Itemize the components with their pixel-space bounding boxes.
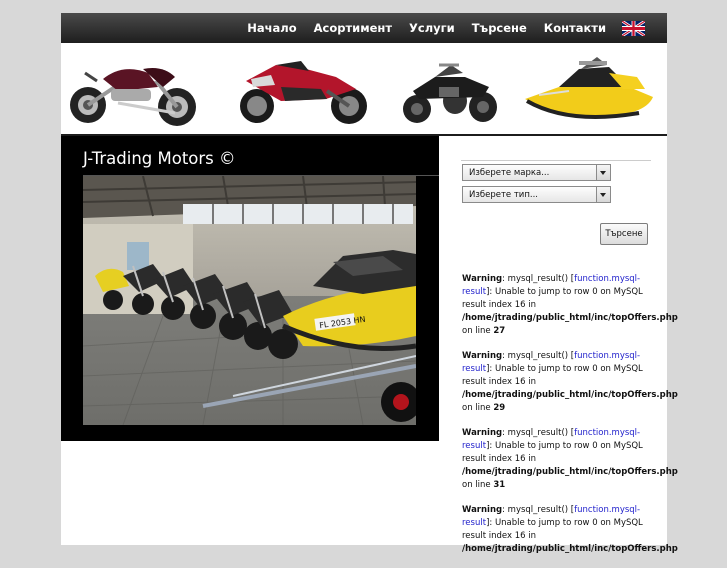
- warning-line-number: 29: [493, 403, 506, 413]
- warning-path: /home/jtrading/public_html/inc/topOffers…: [462, 467, 678, 477]
- warning-text: ]: Unable to jump to row 0 on MySQL resu…: [462, 364, 643, 387]
- site-title: J-Trading Motors ©: [83, 149, 236, 168]
- brand-select-value: Изберете марка...: [469, 168, 550, 178]
- nav-item-search[interactable]: Търсене: [472, 21, 527, 35]
- nav-menu: Начало Асортимент Услуги Търсене Контакт…: [230, 13, 645, 43]
- nav-item-catalog[interactable]: Асортимент: [314, 21, 392, 35]
- nav-item-contacts[interactable]: Контакти: [544, 21, 606, 35]
- warning-text: ]: Unable to jump to row 0 on MySQL resu…: [462, 441, 643, 464]
- uk-flag-icon[interactable]: [622, 20, 645, 36]
- nav-item-home[interactable]: Начало: [247, 21, 296, 35]
- cruiser-motorcycle-image: [70, 68, 196, 126]
- php-warnings: Warning: mysql_result() [function.mysql-…: [462, 273, 678, 568]
- top-navbar: Начало Асортимент Услуги Търсене Контакт…: [61, 13, 667, 43]
- search-button[interactable]: Търсене: [600, 223, 648, 245]
- warning-path: /home/jtrading/public_html/inc/topOffers…: [462, 390, 678, 400]
- brand-select[interactable]: Изберете марка...: [462, 164, 611, 181]
- warning-prefix: : mysql_result() [: [502, 428, 575, 438]
- chevron-down-icon[interactable]: [596, 187, 610, 202]
- search-sidebar: Изберете марка... Изберете тип... Търсен…: [439, 136, 678, 554]
- vehicle-banner: [61, 43, 667, 136]
- warning-message: Warning: mysql_result() [function.mysql-…: [462, 504, 678, 556]
- warning-path: /home/jtrading/public_html/inc/topOffers…: [462, 544, 678, 554]
- warning-on-line: on line: [462, 480, 494, 490]
- nav-item-services[interactable]: Услуги: [409, 21, 455, 35]
- type-select-value: Изберете тип...: [469, 190, 538, 200]
- warning-on-line: on line: [462, 403, 494, 413]
- warning-label: Warning: [462, 351, 503, 361]
- warning-message: Warning: mysql_result() [function.mysql-…: [462, 350, 678, 415]
- warning-on-line: on line: [462, 326, 494, 336]
- warning-label: Warning: [462, 505, 503, 515]
- chevron-down-icon[interactable]: [596, 165, 610, 180]
- warning-label: Warning: [462, 274, 503, 284]
- warning-message: Warning: mysql_result() [function.mysql-…: [462, 427, 678, 492]
- sidebar-divider: [461, 160, 651, 161]
- showroom-photo: FL 2053 HN: [83, 176, 416, 425]
- warning-prefix: : mysql_result() [: [502, 505, 575, 515]
- warning-line-number: 27: [493, 326, 506, 336]
- hero-section: J-Trading Motors © FL 2053 HN: [61, 136, 439, 441]
- type-select[interactable]: Изберете тип...: [462, 186, 611, 203]
- warning-message: Warning: mysql_result() [function.mysql-…: [462, 273, 678, 338]
- warning-text: ]: Unable to jump to row 0 on MySQL resu…: [462, 518, 643, 541]
- warning-label: Warning: [462, 428, 503, 438]
- showroom-photo-illustration: FL 2053 HN: [83, 176, 416, 425]
- warning-prefix: : mysql_result() [: [502, 274, 575, 284]
- warning-line-number: 31: [493, 480, 506, 490]
- jet-ski-image: [525, 57, 653, 119]
- warning-path: /home/jtrading/public_html/inc/topOffers…: [462, 313, 678, 323]
- atv-image: [403, 63, 497, 123]
- sport-motorcycle-image: [240, 61, 367, 124]
- warning-prefix: : mysql_result() [: [502, 351, 575, 361]
- warning-text: ]: Unable to jump to row 0 on MySQL resu…: [462, 287, 643, 310]
- page-container: Начало Асортимент Услуги Търсене Контакт…: [61, 13, 678, 554]
